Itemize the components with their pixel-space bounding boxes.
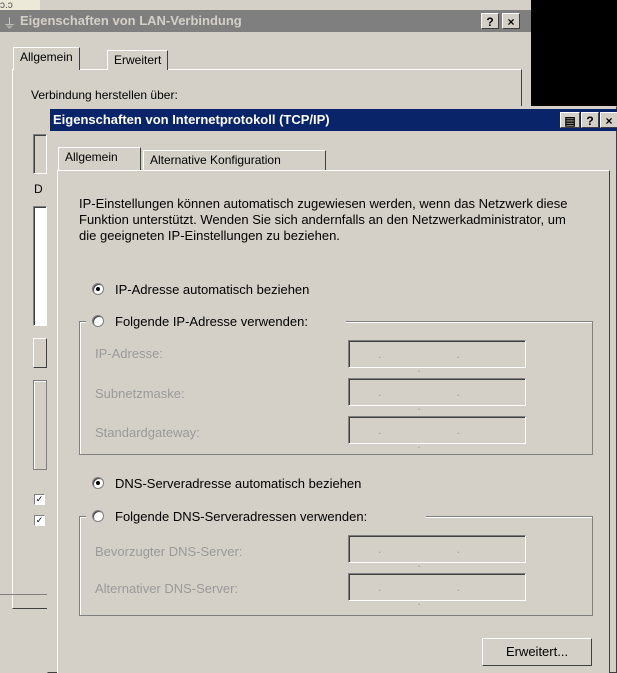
print-icon[interactable]: ▤ bbox=[560, 112, 580, 128]
bg-close-button[interactable]: × bbox=[502, 13, 520, 29]
ip-address-label: IP-Adresse: bbox=[95, 346, 163, 361]
bg-partial-field bbox=[33, 134, 47, 174]
bg-partial-label-2: D bbox=[34, 182, 43, 196]
advanced-button[interactable]: Erweitert... bbox=[482, 638, 592, 666]
bg-tab-allgemein[interactable]: Allgemein bbox=[13, 47, 80, 70]
bg-partial-button[interactable] bbox=[33, 338, 47, 368]
subnet-mask-label: Subnetzmaske: bbox=[95, 386, 185, 401]
dns-auto-radio[interactable] bbox=[92, 477, 104, 489]
tab-allgemein[interactable]: Allgemein bbox=[58, 147, 141, 170]
dns-auto-label: DNS-Serveradresse automatisch beziehen bbox=[115, 476, 362, 491]
ip-manual-radio[interactable] bbox=[92, 315, 104, 327]
bg-component-list bbox=[33, 206, 47, 326]
ip-manual-label: Folgende IP-Adresse verwenden: bbox=[115, 314, 308, 329]
ip-auto-radio[interactable] bbox=[92, 283, 104, 295]
preferred-dns-label: Bevorzugter DNS-Server: bbox=[95, 544, 243, 559]
bg-checkbox-2[interactable]: ✓ bbox=[34, 515, 45, 526]
bg-window-title: Eigenschaften von LAN-Verbindung bbox=[20, 13, 242, 28]
ip-address-input[interactable]: . . . bbox=[348, 340, 526, 375]
dialog-close-button[interactable]: × bbox=[600, 112, 617, 128]
alternate-dns-input[interactable]: . . . bbox=[348, 573, 526, 608]
bg-help-button[interactable]: ? bbox=[481, 13, 499, 29]
preferred-dns-input[interactable]: . . . bbox=[348, 535, 526, 570]
dialog-help-button[interactable]: ? bbox=[581, 112, 599, 128]
tab-alternative-konfiguration[interactable]: Alternative Konfiguration bbox=[143, 150, 326, 170]
description-text: IP-Einstellungen können automatisch zuge… bbox=[79, 196, 568, 243]
alternate-dns-label: Alternativer DNS-Server: bbox=[95, 581, 239, 596]
dns-manual-label: Folgende DNS-Serveradressen verwenden: bbox=[115, 509, 368, 524]
bg-checkbox-1[interactable]: ✓ bbox=[34, 494, 45, 505]
bg-partial-label: Verbindung herstellen über: bbox=[31, 88, 178, 102]
ip-auto-label: IP-Adresse automatisch beziehen bbox=[115, 282, 310, 297]
subnet-mask-input[interactable]: . . . bbox=[348, 378, 526, 413]
bg-tab-erweitert[interactable]: Erweitert bbox=[107, 50, 169, 70]
dialog-title: Eigenschaften von Internetprotokoll (TCP… bbox=[53, 112, 330, 127]
top-strip-text: ɔ.ɔ bbox=[0, 0, 40, 11]
network-icon: ⏚ bbox=[3, 16, 17, 31]
default-gateway-label: Standardgateway: bbox=[95, 425, 200, 440]
bg-partial-group bbox=[33, 380, 47, 470]
dns-manual-radio[interactable] bbox=[92, 510, 104, 522]
default-gateway-input[interactable]: . . . bbox=[348, 416, 526, 451]
